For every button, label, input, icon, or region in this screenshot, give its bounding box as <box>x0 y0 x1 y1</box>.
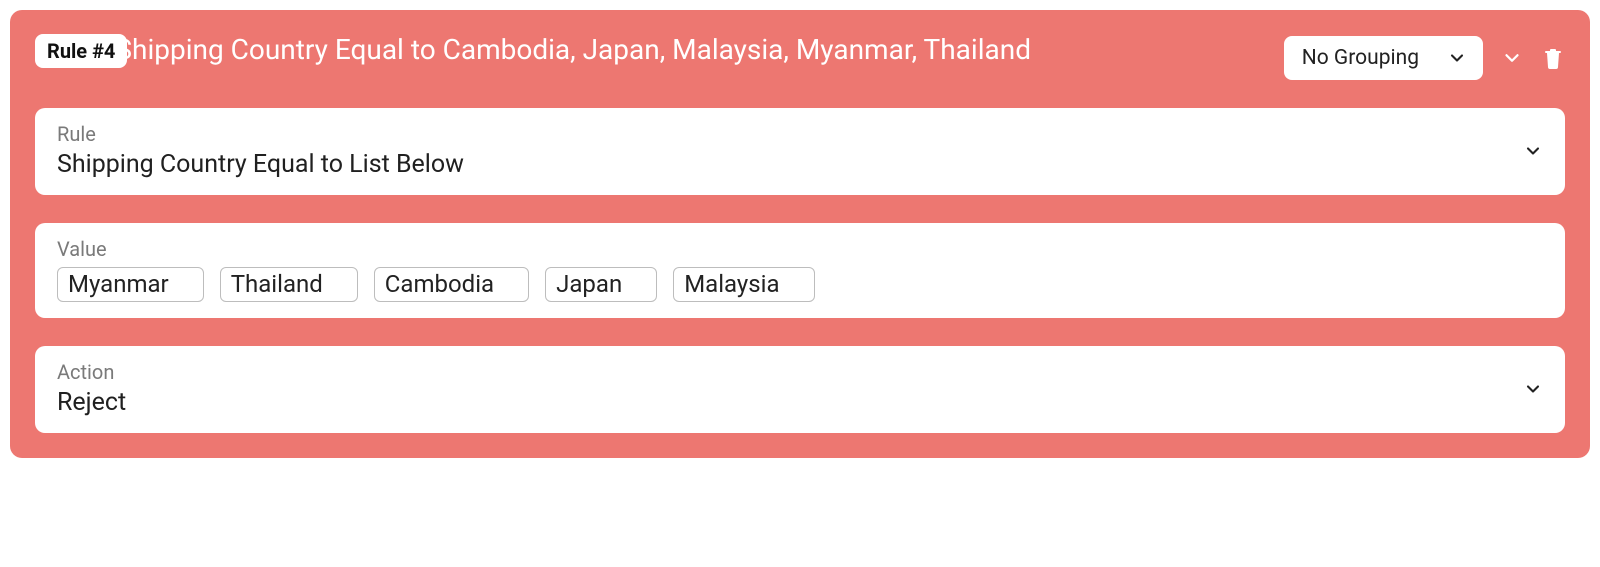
chevron-down-icon <box>1523 379 1543 399</box>
value-chip[interactable]: Myanmar <box>57 267 204 302</box>
chevron-down-icon <box>1523 141 1543 161</box>
rule-field-content: Rule Shipping Country Equal to List Belo… <box>57 122 1503 179</box>
rule-header-left: Rule #4 Shipping Country Equal to Cambod… <box>35 32 1270 68</box>
delete-rule-button[interactable] <box>1541 46 1565 70</box>
rule-header-actions: No Grouping <box>1284 32 1565 80</box>
rule-field[interactable]: Rule Shipping Country Equal to List Belo… <box>35 108 1565 195</box>
value-field[interactable]: Value Myanmar Thailand Cambodia Japan Malays… <box>35 223 1565 318</box>
value-chip[interactable]: Cambodia <box>374 267 529 302</box>
action-field-label: Action <box>57 360 1503 384</box>
rule-field-label: Rule <box>57 122 1503 146</box>
value-chip[interactable]: Thailand <box>220 267 358 302</box>
action-field-value: Reject <box>57 388 1503 417</box>
collapse-toggle[interactable] <box>1501 47 1523 69</box>
grouping-selected-label: No Grouping <box>1302 46 1419 70</box>
value-chip[interactable]: Japan <box>545 267 657 302</box>
rule-field-value: Shipping Country Equal to List Below <box>57 150 1503 179</box>
chevron-down-icon <box>1447 48 1467 68</box>
value-chip-row: Myanmar Thailand Cambodia Japan Malaysia <box>57 267 1543 302</box>
rule-title: Shipping Country Equal to Cambodia, Japa… <box>115 32 1031 67</box>
rule-card: Rule #4 Shipping Country Equal to Cambod… <box>10 10 1590 458</box>
action-field[interactable]: Action Reject <box>35 346 1565 433</box>
value-chip[interactable]: Malaysia <box>673 267 814 302</box>
action-field-content: Action Reject <box>57 360 1503 417</box>
rule-number-badge: Rule #4 <box>35 34 127 68</box>
value-field-content: Value Myanmar Thailand Cambodia Japan Malays… <box>57 237 1543 302</box>
grouping-select[interactable]: No Grouping <box>1284 36 1483 80</box>
value-field-label: Value <box>57 237 1543 261</box>
rule-header: Rule #4 Shipping Country Equal to Cambod… <box>35 32 1565 80</box>
